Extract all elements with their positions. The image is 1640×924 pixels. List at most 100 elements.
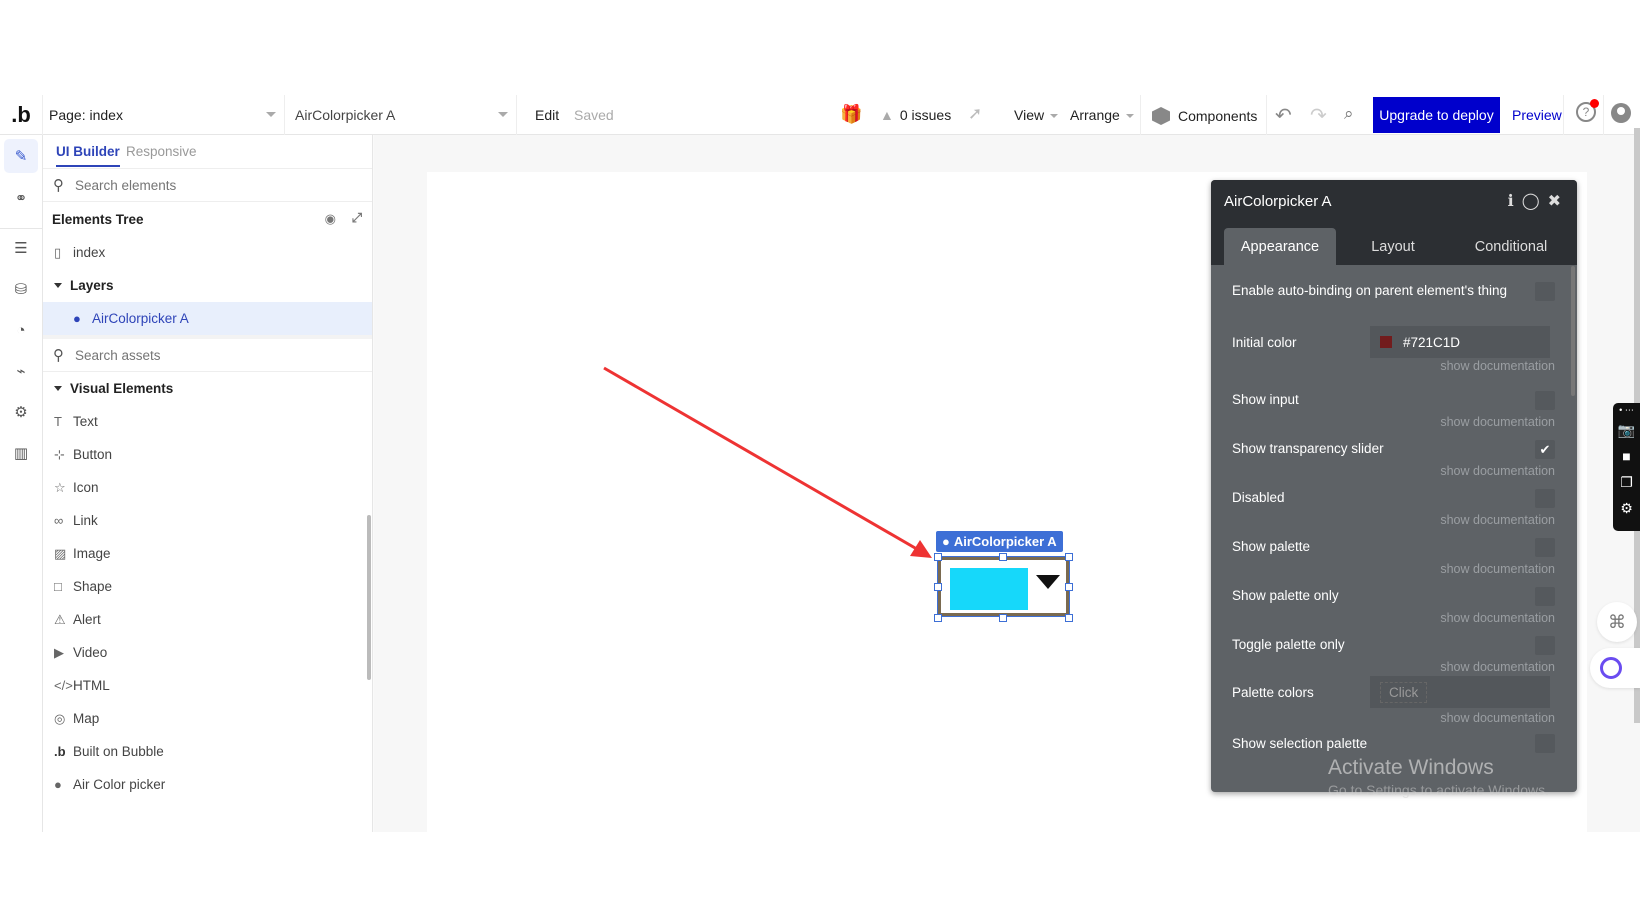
close-icon[interactable]: ✖ xyxy=(1548,193,1569,210)
expand-icon[interactable]: ⤢ xyxy=(352,210,362,226)
tab-ui-builder[interactable]: UI Builder xyxy=(56,144,120,167)
palette-colors-input[interactable]: Click xyxy=(1370,676,1550,708)
resize-handle[interactable] xyxy=(999,614,1007,622)
tab-appearance[interactable]: Appearance xyxy=(1224,228,1336,265)
user-avatar[interactable] xyxy=(1611,103,1631,123)
asset-air-color-picker[interactable]: ● Air Color picker xyxy=(43,768,372,801)
tab-layout[interactable]: Layout xyxy=(1348,228,1438,265)
view-menu[interactable]: View xyxy=(1014,107,1059,123)
settings-icon[interactable]: ⚙ xyxy=(4,395,38,429)
search-elements-input[interactable] xyxy=(75,177,325,193)
assistant-button[interactable] xyxy=(1590,648,1640,688)
asset-html[interactable]: </> HTML xyxy=(43,669,372,702)
tree-item-page[interactable]: ▯ index xyxy=(43,236,372,269)
styles-palette-icon[interactable]: ◔ xyxy=(4,313,38,347)
issues-button[interactable]: ▲ 0 issues xyxy=(880,107,951,123)
asset-map[interactable]: ◎ Map xyxy=(43,702,372,735)
upgrade-to-deploy-button[interactable]: Upgrade to deploy xyxy=(1373,97,1500,133)
panel-scrollbar[interactable] xyxy=(367,515,371,680)
info-icon[interactable]: ℹ xyxy=(1508,193,1522,210)
asset-video[interactable]: ▶ Video xyxy=(43,636,372,669)
asset-text[interactable]: T Text xyxy=(43,405,372,438)
bubble-logo[interactable]: .b xyxy=(0,94,43,135)
palette-colors-click[interactable]: Click xyxy=(1380,681,1428,703)
help-icon[interactable]: ? xyxy=(1576,99,1599,122)
element-label[interactable]: ● AirColorpicker A xyxy=(936,531,1063,552)
logs-chart-icon[interactable]: ▥ xyxy=(4,436,38,470)
warning-icon: ▲ xyxy=(880,107,894,123)
apps-grid-button[interactable]: ⌘ xyxy=(1597,602,1637,642)
asset-icon[interactable]: ☆ Icon xyxy=(43,471,372,504)
show-documentation-link[interactable]: show documentation xyxy=(1440,415,1555,429)
option-checkbox[interactable]: ✔ xyxy=(1535,440,1555,459)
video-camera-icon[interactable]: ■ xyxy=(1613,443,1640,469)
resize-handle[interactable] xyxy=(934,553,942,561)
tree-item-aircolorpicker[interactable]: ● AirColorpicker A xyxy=(43,302,372,335)
show-documentation-link[interactable]: show documentation xyxy=(1440,562,1555,576)
color-picker-element[interactable] xyxy=(937,556,1070,617)
tab-conditional[interactable]: Conditional xyxy=(1451,228,1571,265)
tree-item-layers[interactable]: Layers xyxy=(43,269,372,302)
resize-handle[interactable] xyxy=(934,614,942,622)
tab-responsive[interactable]: Responsive xyxy=(126,144,197,159)
design-pencil-icon[interactable]: ✎ xyxy=(4,139,38,173)
auto-binding-checkbox[interactable] xyxy=(1535,282,1555,301)
redo-icon[interactable]: ↷ xyxy=(1310,103,1327,128)
undo-icon[interactable]: ↶ xyxy=(1275,103,1292,128)
search-icon[interactable]: ⌕ xyxy=(1344,104,1354,124)
option-checkbox[interactable] xyxy=(1535,538,1555,557)
more-icon[interactable]: • ⋯ xyxy=(1613,403,1640,417)
asset-image[interactable]: ▨ Image xyxy=(43,537,372,570)
settings-icon[interactable]: ⚙ xyxy=(1613,495,1640,521)
camera-icon[interactable]: 📷 xyxy=(1613,417,1640,443)
cursor-icon[interactable]: ➚ xyxy=(968,104,982,124)
asset-button[interactable]: ⊹ Button xyxy=(43,438,372,471)
show-documentation-link[interactable]: show documentation xyxy=(1440,711,1555,725)
tree-item-label: index xyxy=(73,245,106,260)
comment-icon[interactable]: ◯ xyxy=(1522,193,1548,210)
windows-icon[interactable]: ❐ xyxy=(1613,469,1640,495)
auto-binding-label: Enable auto-binding on parent element's … xyxy=(1232,283,1508,298)
asset-label: Built on Bubble xyxy=(73,744,164,759)
option-checkbox[interactable] xyxy=(1535,391,1555,410)
resize-handle[interactable] xyxy=(1065,583,1073,591)
element-select[interactable]: AirColorpicker A xyxy=(285,95,517,135)
asset-alert[interactable]: ⚠ Alert xyxy=(43,603,372,636)
asset-link[interactable]: ∞ Link xyxy=(43,504,372,537)
asset-shape[interactable]: □ Shape xyxy=(43,570,372,603)
components-button[interactable]: Components xyxy=(1152,107,1257,125)
page-select[interactable]: Page: index xyxy=(43,95,285,135)
eye-icon[interactable]: ◉ xyxy=(325,211,336,227)
edit-menu[interactable]: Edit xyxy=(535,107,559,123)
show-documentation-link[interactable]: show documentation xyxy=(1440,359,1555,373)
alert-icon: ⚠ xyxy=(54,611,66,627)
asset-built-on-bubble[interactable]: .b Built on Bubble xyxy=(43,735,372,768)
show-documentation-link[interactable]: show documentation xyxy=(1440,611,1555,625)
show-selection-palette-checkbox[interactable] xyxy=(1535,734,1555,753)
resize-handle[interactable] xyxy=(1065,553,1073,561)
color-swatch[interactable] xyxy=(950,568,1028,610)
option-checkbox[interactable] xyxy=(1535,587,1555,606)
option-checkbox[interactable] xyxy=(1535,489,1555,508)
resize-handle[interactable] xyxy=(999,553,1007,561)
dropdown-triangle-icon[interactable] xyxy=(1036,575,1060,589)
preview-link[interactable]: Preview xyxy=(1512,107,1562,123)
workflow-icon[interactable]: ⚭ xyxy=(4,181,38,215)
initial-color-input[interactable]: #721C1D xyxy=(1370,326,1550,358)
show-documentation-link[interactable]: show documentation xyxy=(1440,464,1555,478)
option-checkbox[interactable] xyxy=(1535,636,1555,655)
resize-handle[interactable] xyxy=(934,583,942,591)
database-icon[interactable]: ⛁ xyxy=(4,272,38,306)
data-icon[interactable]: ☰ xyxy=(4,231,38,265)
visual-elements-header[interactable]: Visual Elements xyxy=(43,372,372,405)
property-editor: AirColorpicker A ℹ◯✖ Appearance Layout C… xyxy=(1211,180,1577,792)
show-documentation-link[interactable]: show documentation xyxy=(1440,660,1555,674)
resize-handle[interactable] xyxy=(1065,614,1073,622)
show-documentation-link[interactable]: show documentation xyxy=(1440,513,1555,527)
search-assets-input[interactable] xyxy=(75,347,325,363)
plugins-icon[interactable]: ⌁ xyxy=(4,354,38,388)
gift-icon[interactable]: 🎁 xyxy=(840,104,862,125)
arrange-menu[interactable]: Arrange xyxy=(1070,107,1134,123)
property-editor-header[interactable]: AirColorpicker A ℹ◯✖ xyxy=(1211,180,1577,222)
search-icon: ⚲ xyxy=(53,347,64,364)
